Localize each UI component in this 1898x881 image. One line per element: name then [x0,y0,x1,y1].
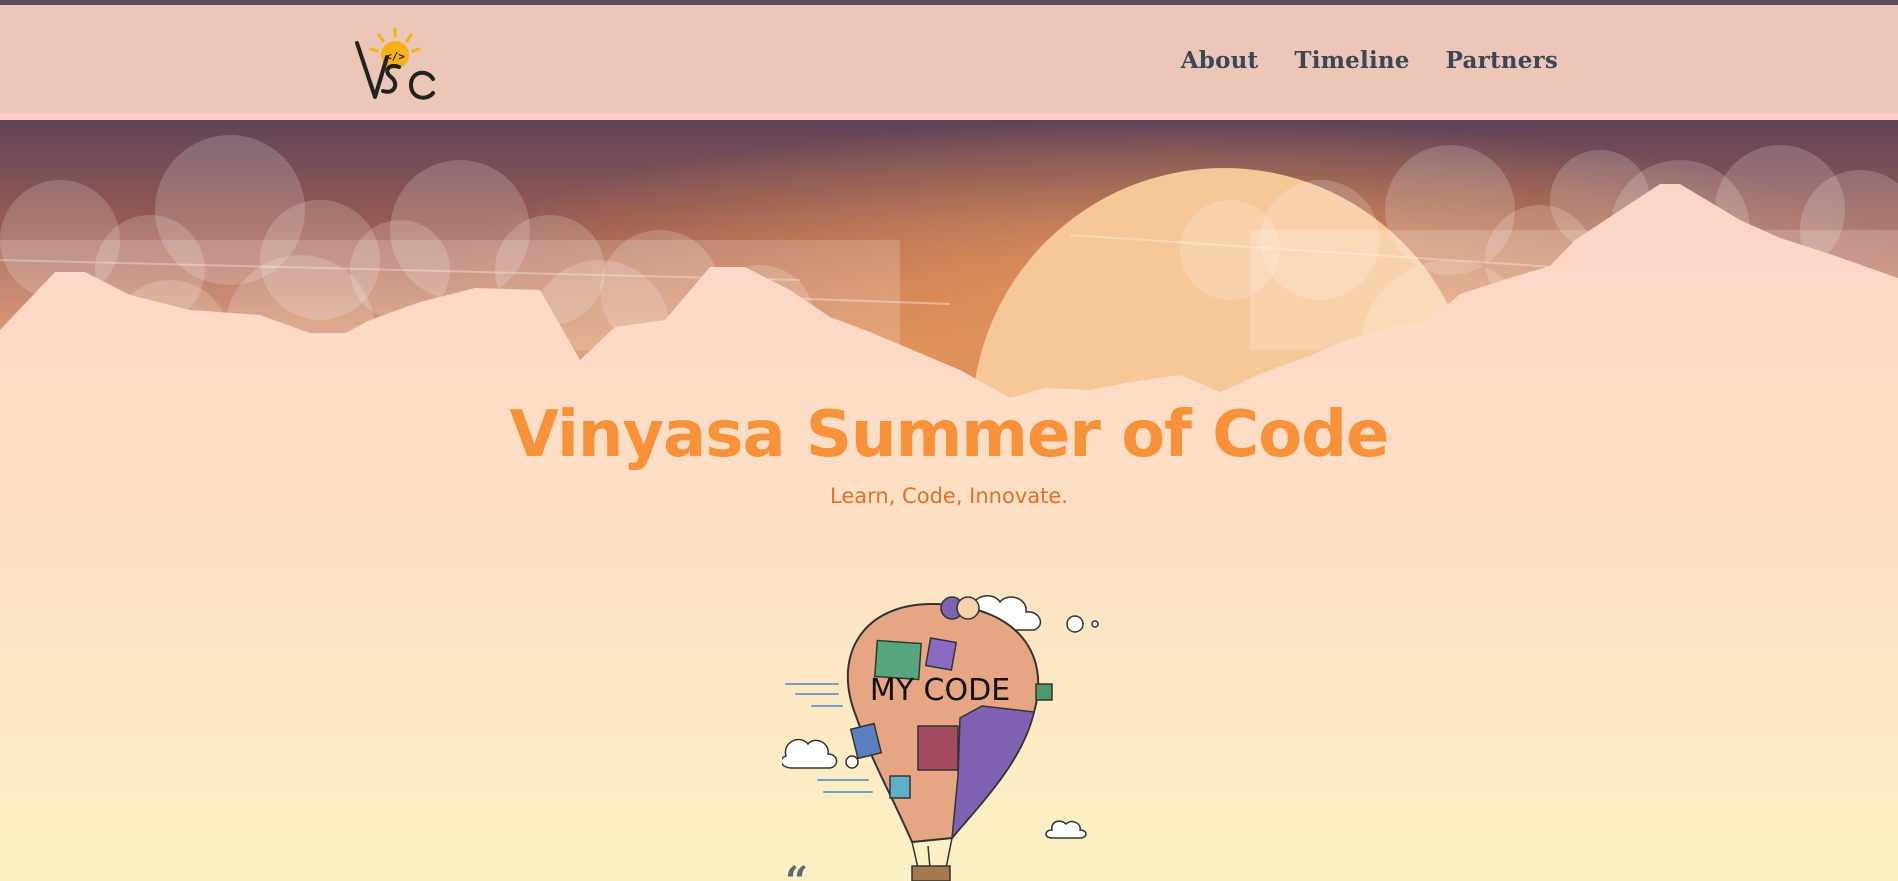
hero-section: MY CODE Vinyasa Summer of Code Learn, Co… [0,120,1898,881]
site-header: </> About Timeline Partners [0,5,1898,120]
svg-text:MY CODE: MY CODE [870,673,1010,708]
quote-mark-icon: “ [785,862,808,881]
vsoc-logo[interactable]: </> [353,27,439,105]
hero-tagline: Learn, Code, Innovate. [830,484,1068,508]
hero-title: Vinyasa Summer of Code [509,398,1390,472]
hot-air-balloon-illustration: MY CODE [782,595,1099,881]
nav-link-about[interactable]: About [1181,47,1259,74]
main-nav: About Timeline Partners [1181,47,1558,74]
nav-link-timeline[interactable]: Timeline [1294,47,1409,74]
nav-link-partners[interactable]: Partners [1446,47,1558,74]
